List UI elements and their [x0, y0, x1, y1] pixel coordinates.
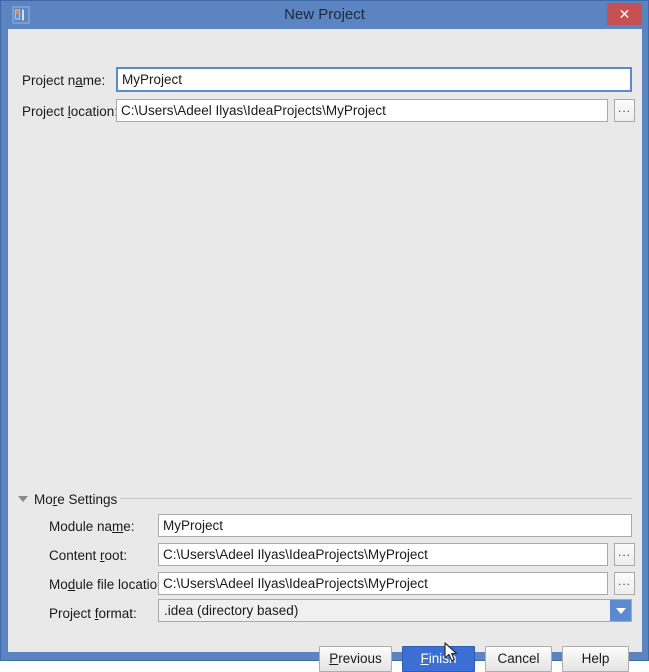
close-button[interactable]: ✕	[607, 3, 642, 25]
project-name-label: Project name:	[22, 73, 106, 88]
ellipsis-icon: ...	[617, 544, 631, 559]
project-format-select[interactable]: .idea (directory based)	[158, 599, 632, 622]
window-title: New Project	[284, 6, 365, 23]
cancel-button[interactable]: Cancel	[485, 646, 552, 672]
intellij-idea-icon	[12, 6, 30, 24]
ellipsis-icon: ...	[617, 100, 631, 115]
project-location-input[interactable]	[116, 99, 608, 122]
module-file-location-browse-button[interactable]: ...	[614, 572, 635, 595]
project-format-label: Project format:	[49, 606, 137, 621]
chevron-down-icon[interactable]	[610, 600, 631, 621]
module-name-label: Module name:	[49, 519, 135, 534]
triangle-down-icon	[18, 496, 28, 502]
module-file-location-label: Module file location:	[49, 577, 169, 592]
project-format-value: .idea (directory based)	[164, 603, 299, 618]
module-name-input[interactable]	[158, 514, 632, 537]
dialog-body: Project name: Project location: ... More…	[8, 29, 642, 672]
more-settings-label: More Settings	[34, 491, 118, 507]
content-root-label: Content root:	[49, 548, 128, 563]
ellipsis-icon: ...	[617, 573, 631, 588]
content-root-input[interactable]	[158, 543, 608, 566]
help-button[interactable]: Help	[562, 646, 629, 672]
module-file-location-input[interactable]	[158, 572, 608, 595]
content-root-browse-button[interactable]: ...	[614, 543, 635, 566]
previous-button[interactable]: Previous	[319, 646, 392, 672]
finish-button[interactable]: Finish	[402, 646, 475, 672]
project-location-browse-button[interactable]: ...	[614, 99, 635, 122]
project-name-input[interactable]	[116, 67, 632, 92]
more-settings-toggle[interactable]: More Settings	[18, 490, 117, 508]
new-project-dialog-window: New Project ✕ Project name: Project loca…	[0, 0, 649, 672]
close-icon: ✕	[618, 6, 631, 22]
project-location-label: Project location:	[22, 104, 119, 119]
title-bar[interactable]: New Project ✕	[1, 1, 648, 29]
more-settings-separator	[120, 498, 632, 499]
